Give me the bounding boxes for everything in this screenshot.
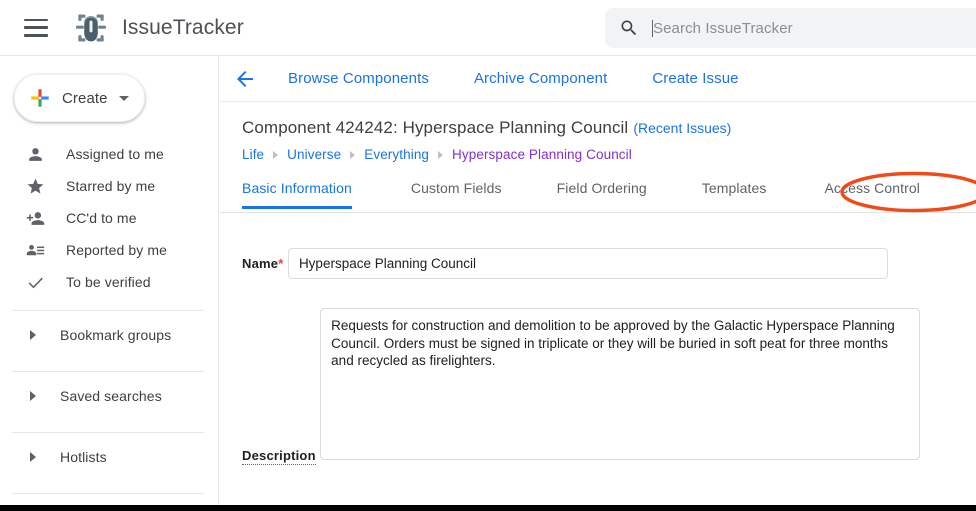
create-issue-link[interactable]: Create Issue [652, 70, 738, 87]
hamburger-menu-icon[interactable] [24, 18, 48, 37]
name-field-label: Name* [242, 256, 284, 271]
sidebar-group-label: Bookmark groups [60, 327, 172, 343]
tab-access-control[interactable]: Access Control [824, 180, 920, 206]
sidebar-group-saved-searches[interactable]: Saved searches [0, 372, 218, 420]
page-header: Component 424242: Hyperspace Planning Co… [220, 102, 976, 162]
description-field-label: Description [242, 448, 316, 465]
person-add-icon [26, 211, 45, 225]
page-title: Component 424242: Hyperspace Planning Co… [242, 118, 629, 137]
sidebar-group-label: Hotlists [60, 449, 107, 465]
search-box[interactable]: Search IssueTracker [605, 8, 976, 48]
star-icon [27, 178, 44, 194]
sidebar-item-label: CC'd to me [66, 210, 137, 226]
required-marker: * [278, 256, 284, 271]
breadcrumb-item-everything[interactable]: Everything [364, 147, 429, 162]
browse-components-link[interactable]: Browse Components [288, 70, 429, 87]
sidebar-group-bookmark-groups[interactable]: Bookmark groups [0, 311, 218, 359]
triangle-right-icon [30, 391, 36, 401]
arrow-back-icon[interactable] [233, 67, 257, 91]
description-textarea[interactable] [320, 308, 921, 460]
sidebar-item-label: To be verified [66, 274, 151, 290]
archive-component-link[interactable]: Archive Component [474, 70, 607, 87]
chevron-down-icon[interactable] [118, 95, 129, 101]
page-title-row: Component 424242: Hyperspace Planning Co… [242, 118, 976, 138]
breadcrumb-item-universe[interactable]: Universe [287, 147, 341, 162]
multicolor-plus-icon [31, 89, 49, 107]
sidebar-item-ccd-to-me[interactable]: CC'd to me [0, 202, 218, 234]
bottom-black-bar [0, 505, 976, 511]
basic-information-form: Name* Description [220, 213, 976, 465]
app-root: IssueTracker Search IssueTracker Create [0, 0, 976, 511]
search-input[interactable]: Search IssueTracker [653, 20, 793, 37]
main-content: Browse Components Archive Component Crea… [220, 56, 976, 505]
sidebar: Create Assigned to me Starred by me CC'd… [0, 56, 219, 511]
person-list-icon [26, 244, 45, 255]
tab-field-ordering[interactable]: Field Ordering [557, 180, 647, 206]
search-icon [621, 20, 637, 36]
sidebar-item-label: Reported by me [66, 242, 168, 258]
create-button-label: Create [62, 89, 108, 107]
name-input[interactable] [287, 248, 888, 279]
sidebar-item-label: Starred by me [66, 178, 156, 194]
top-header: IssueTracker Search IssueTracker [0, 0, 976, 56]
brand-title: IssueTracker [122, 15, 244, 39]
recent-issues-link[interactable]: (Recent Issues) [633, 120, 731, 136]
breadcrumb-separator-icon [438, 150, 444, 159]
breadcrumb-separator-icon [273, 150, 279, 159]
description-field-group: Description [242, 300, 976, 465]
sidebar-item-starred-by-me[interactable]: Starred by me [0, 170, 218, 202]
tab-bar: Basic Information Custom Fields Field Or… [220, 171, 976, 213]
breadcrumb: Life Universe Everything Hyperspace Plan… [242, 147, 976, 162]
person-icon [29, 147, 42, 161]
breadcrumb-item-hyperspace-planning-council[interactable]: Hyperspace Planning Council [452, 147, 632, 162]
create-button[interactable]: Create [14, 74, 145, 122]
tab-templates[interactable]: Templates [702, 180, 767, 206]
bug-logo-icon [75, 14, 107, 41]
content-toolbar: Browse Components Archive Component Crea… [220, 56, 976, 102]
name-field-group: Name* [242, 240, 976, 279]
check-icon [28, 277, 43, 288]
sidebar-nav-list: Assigned to me Starred by me CC'd to me [0, 138, 218, 298]
breadcrumb-item-life[interactable]: Life [242, 147, 264, 162]
triangle-right-icon [30, 452, 36, 462]
sidebar-item-reported-by-me[interactable]: Reported by me [0, 234, 218, 266]
sidebar-item-to-be-verified[interactable]: To be verified [0, 266, 218, 298]
tab-basic-information[interactable]: Basic Information [242, 180, 352, 209]
sidebar-item-label: Assigned to me [66, 146, 164, 162]
tab-custom-fields[interactable]: Custom Fields [411, 180, 502, 206]
sidebar-group-hotlists[interactable]: Hotlists [0, 433, 218, 481]
brand-logo-group[interactable]: IssueTracker [72, 9, 244, 47]
triangle-right-icon [30, 330, 36, 340]
sidebar-item-assigned-to-me[interactable]: Assigned to me [0, 138, 218, 170]
sidebar-group-label: Saved searches [60, 388, 162, 404]
breadcrumb-separator-icon [350, 150, 356, 159]
